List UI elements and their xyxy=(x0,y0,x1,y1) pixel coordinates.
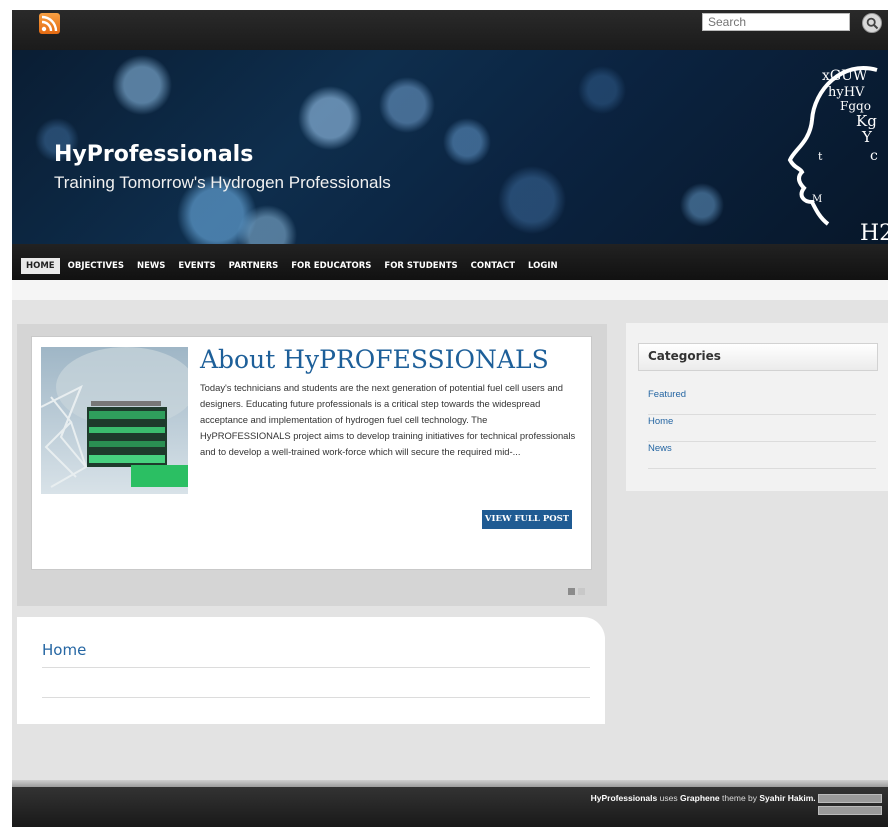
search-icon xyxy=(866,17,879,30)
featured-slider: About HyPROFESSIONALS Today's technician… xyxy=(17,324,607,606)
nav-item-home[interactable]: HOME xyxy=(21,258,60,274)
footer-author[interactable]: Syahir Hakim. xyxy=(759,793,815,803)
nav-item-partners[interactable]: PARTNERS xyxy=(224,258,284,274)
svg-text:t: t xyxy=(818,150,823,163)
featured-image[interactable] xyxy=(41,347,188,494)
home-panel: Home xyxy=(17,617,605,724)
nav-list: HOME OBJECTIVES NEWS EVENTS PARTNERS FOR… xyxy=(21,258,566,274)
featured-post: About HyPROFESSIONALS Today's technician… xyxy=(31,336,592,570)
nav-item-objectives[interactable]: OBJECTIVES xyxy=(63,258,129,274)
sidebar: Categories Featured Home News xyxy=(626,323,888,491)
svg-text:xGUW: xGUW xyxy=(822,68,868,84)
view-full-post-button[interactable]: VIEW FULL POST xyxy=(482,510,572,529)
page: HyProfessionals Training Tomorrow's Hydr… xyxy=(12,10,888,827)
svg-text:c: c xyxy=(870,148,878,164)
top-bar xyxy=(12,10,888,50)
featured-title[interactable]: About HyPROFESSIONALS xyxy=(200,345,549,374)
content-top-strip xyxy=(12,280,888,300)
nav-item-login[interactable]: LOGIN xyxy=(523,258,563,274)
category-home[interactable]: Home xyxy=(648,415,876,442)
nav-item-news[interactable]: NEWS xyxy=(132,258,170,274)
slider-pagination xyxy=(568,588,585,595)
footer-uses: uses xyxy=(659,793,678,803)
nav-item-for-educators[interactable]: FOR EDUCATORS xyxy=(286,258,376,274)
divider xyxy=(42,667,590,668)
validation-badge-2[interactable] xyxy=(818,806,882,816)
site-tagline: Training Tomorrow's Hydrogen Professiona… xyxy=(54,173,391,192)
header-banner: HyProfessionals Training Tomorrow's Hydr… xyxy=(12,50,888,244)
divider xyxy=(42,697,590,698)
search-button[interactable] xyxy=(862,13,882,33)
search-input[interactable] xyxy=(702,13,850,31)
svg-text:M: M xyxy=(812,194,822,205)
svg-text:Fgqo: Fgqo xyxy=(840,99,871,113)
footer-theme-by: theme by xyxy=(722,793,758,803)
site-title[interactable]: HyProfessionals xyxy=(54,142,253,167)
categories-list: Featured Home News xyxy=(648,388,876,469)
h2-logo: xGUW hyHV Fgqo Kg Y c t M H2 xyxy=(787,66,888,244)
category-news[interactable]: News xyxy=(648,442,876,469)
nav-item-events[interactable]: EVENTS xyxy=(173,258,220,274)
footer-site-name[interactable]: HyProfessionals xyxy=(591,793,658,803)
rss-icon[interactable] xyxy=(39,13,60,34)
footer-separator xyxy=(12,780,888,787)
main-nav: HOME OBJECTIVES NEWS EVENTS PARTNERS FOR… xyxy=(12,244,888,280)
home-title[interactable]: Home xyxy=(42,641,86,659)
nav-item-contact[interactable]: CONTACT xyxy=(466,258,520,274)
footer-credits: HyProfessionals uses Graphene theme by S… xyxy=(562,792,882,816)
categories-title: Categories xyxy=(648,349,721,363)
svg-text:Y: Y xyxy=(861,128,873,146)
slider-dot-2[interactable] xyxy=(578,588,585,595)
nav-item-for-students[interactable]: FOR STUDENTS xyxy=(379,258,462,274)
footer: HyProfessionals uses Graphene theme by S… xyxy=(12,787,888,827)
footer-theme-name[interactable]: Graphene xyxy=(680,793,720,803)
category-featured[interactable]: Featured xyxy=(648,388,876,415)
categories-header: Categories xyxy=(638,343,878,371)
validation-badge-1[interactable] xyxy=(818,794,882,804)
svg-text:hyHV: hyHV xyxy=(828,85,865,100)
h2-logo-text: H2 xyxy=(860,221,888,244)
slider-dot-1[interactable] xyxy=(568,588,575,595)
featured-excerpt: Today's technicians and students are the… xyxy=(200,382,576,457)
